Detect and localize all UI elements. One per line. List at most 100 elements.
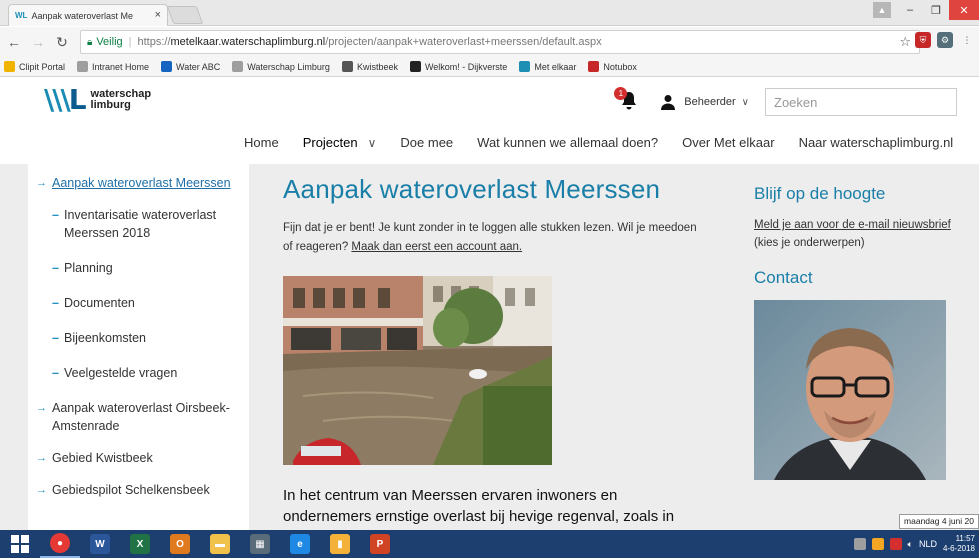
url-path: /projecten/aanpak+wateroverlast+meerssen…: [325, 36, 602, 48]
minimize-button[interactable]: –: [897, 0, 923, 20]
menu-icon[interactable]: ⋮: [959, 32, 975, 48]
clock-date: 4-6-2018: [942, 544, 975, 553]
search-input[interactable]: [774, 94, 950, 110]
excel-icon: X: [130, 534, 150, 554]
nav-waterschaplimburg[interactable]: Naar waterschaplimburg.nl: [799, 135, 954, 150]
bookmark-item[interactable]: Notubox: [588, 61, 637, 72]
chevron-down-icon[interactable]: ∨: [368, 136, 377, 150]
sidebar-item[interactable]: → Gebied Kwistbeek: [28, 449, 249, 467]
arrow-right-icon: →: [36, 484, 47, 496]
nav-projecten[interactable]: Projecten: [303, 135, 358, 150]
newsletter-note: (kies je onderwerpen): [754, 237, 865, 249]
sidebar-item-label: Aanpak wateroverlast Meerssen: [52, 176, 231, 190]
search-box: [765, 88, 957, 116]
bookmark-item[interactable]: Met elkaar: [519, 61, 576, 72]
bookmark-item[interactable]: Kwistbeek: [341, 61, 398, 72]
extension-shield-icon[interactable]: ⛨: [915, 32, 931, 48]
dash-icon: –: [52, 296, 59, 310]
sidebar-subitem[interactable]: – Bijeenkomsten: [28, 329, 249, 347]
browser-tab[interactable]: WL Aanpak wateroverlast Me ×: [8, 4, 168, 26]
arrow-right-icon: →: [36, 452, 47, 464]
nav-over-met-elkaar[interactable]: Over Met elkaar: [682, 135, 774, 150]
taskbar-file-explorer[interactable]: ▬: [200, 530, 240, 558]
bookmark-label: Kwistbeek: [356, 61, 398, 72]
powerpoint-icon: P: [370, 534, 390, 554]
intro-text: Fijn dat je er bent! Je kunt zonder in t…: [283, 219, 698, 257]
contact-heading: Contact: [754, 268, 813, 287]
create-account-link[interactable]: Maak dan eerst een account aan.: [351, 241, 522, 253]
printer-icon[interactable]: [853, 538, 866, 550]
flood-image: [283, 276, 552, 465]
contact-portrait: [754, 300, 946, 480]
notifications-button[interactable]: 1: [614, 87, 642, 113]
sidebar-subitem[interactable]: – Veelgestelde vragen: [28, 364, 249, 382]
taskbar-chrome[interactable]: ●: [40, 530, 80, 558]
page-icon: [232, 61, 244, 72]
tab-favicon-icon: WL: [15, 11, 28, 20]
right-column: Blijf op de hoogte Meld je aan voor de e…: [754, 164, 954, 480]
bookmark-item[interactable]: Water ABC: [161, 61, 220, 72]
main-navigation: Home Projecten ∨ Doe mee Wat kunnen we a…: [244, 135, 977, 150]
nav-wat-kunnen-we[interactable]: Wat kunnen we allemaal doen?: [477, 135, 658, 150]
sidebar-item[interactable]: → Gebiedspilot Schelkensbeek: [28, 481, 249, 499]
close-window-button[interactable]: ✕: [949, 0, 979, 20]
sidebar-item-label: Gebied Kwistbeek: [52, 451, 153, 465]
nav-doe-mee[interactable]: Doe mee: [400, 135, 453, 150]
flooded-street-photo: [283, 276, 552, 465]
tab-close-icon[interactable]: ×: [155, 9, 161, 21]
main-content: Aanpak wateroverlast Meerssen Fijn dat j…: [283, 164, 723, 527]
newsletter-link[interactable]: Meld je aan voor de e-mail nieuwsbrief: [754, 219, 951, 231]
site-logo[interactable]: \\\L waterschap limburg: [44, 86, 151, 114]
taskbar-internet-explorer[interactable]: e: [280, 530, 320, 558]
bookmark-item[interactable]: Intranet Home: [77, 61, 149, 72]
sidebar-subitem[interactable]: – Documenten: [28, 294, 249, 312]
taskbar-folder[interactable]: ▮: [320, 530, 360, 558]
extension-settings-icon[interactable]: ⚙: [937, 32, 953, 48]
bookmark-label: Notubox: [603, 61, 637, 72]
taskbar-calculator[interactable]: ▦: [240, 530, 280, 558]
restore-button[interactable]: ❐: [923, 0, 949, 20]
bookmark-item[interactable]: Waterschap Limburg: [232, 61, 330, 72]
new-tab-button[interactable]: [166, 6, 204, 24]
windows-logo-icon: [11, 535, 29, 553]
page-icon: [77, 61, 89, 72]
bookmark-item[interactable]: Clipit Portal: [4, 61, 65, 72]
sidebar-item-label: Documenten: [64, 296, 135, 310]
sidebar-item[interactable]: → Aanpak wateroverlast Meerssen: [28, 174, 249, 192]
sidebar-subitem[interactable]: – Inventarisatie wateroverlast Meerssen 2…: [28, 206, 249, 242]
forward-button[interactable]: →: [28, 34, 48, 50]
back-button[interactable]: ←: [4, 34, 24, 50]
chrome-icon: ●: [50, 533, 70, 553]
sidebar-item[interactable]: → Aanpak wateroverlast Oirsbeek-Amstenrad…: [28, 399, 249, 435]
sidebar-subitem[interactable]: – Planning: [28, 259, 249, 277]
profile-icon[interactable]: ▲: [873, 2, 891, 18]
security-tray-icon[interactable]: [889, 538, 902, 550]
clock-time: 11:57: [955, 534, 975, 543]
user-menu[interactable]: Beheerder ∨: [660, 94, 749, 110]
address-bar-row: ← → ↻ ⌂ 🔒︎ Veilig | https:// metelkaar.w…: [0, 27, 979, 57]
taskbar-excel[interactable]: X: [120, 530, 160, 558]
file-explorer-icon: ▬: [210, 534, 230, 554]
start-button[interactable]: [0, 530, 40, 558]
language-indicator[interactable]: NLD: [919, 539, 937, 549]
folder-icon: [4, 61, 15, 72]
sidebar-item-label: Planning: [64, 261, 113, 275]
office-tray-icon[interactable]: [871, 538, 884, 550]
url-field[interactable]: 🔒︎ Veilig | https:// metelkaar.waterscha…: [80, 30, 920, 54]
bookmark-item[interactable]: Welkom! - Dijkverste: [409, 61, 508, 72]
taskbar-outlook[interactable]: O: [160, 530, 200, 558]
bookmark-label: Intranet Home: [92, 61, 150, 72]
bookmark-star-icon[interactable]: ☆: [899, 34, 911, 50]
taskbar-powerpoint[interactable]: P: [360, 530, 400, 558]
nav-home[interactable]: Home: [244, 135, 279, 150]
reload-button[interactable]: ↻: [52, 34, 72, 51]
website: \\\L waterschap limburg 1 Beheerder ∨ Ho…: [0, 78, 979, 530]
volume-icon[interactable]: 🔈︎: [908, 539, 913, 550]
logo-text-line2: limburg: [90, 99, 131, 111]
taskbar-word[interactable]: W: [80, 530, 120, 558]
bookmark-label: Clipit Portal: [19, 61, 66, 72]
dash-icon: –: [52, 208, 59, 222]
clock[interactable]: 11:57 4-6-2018: [943, 534, 975, 554]
sidebar-item-label: Veelgestelde vragen: [64, 366, 178, 380]
bookmark-label: Welkom! - Dijkverste: [424, 61, 508, 72]
